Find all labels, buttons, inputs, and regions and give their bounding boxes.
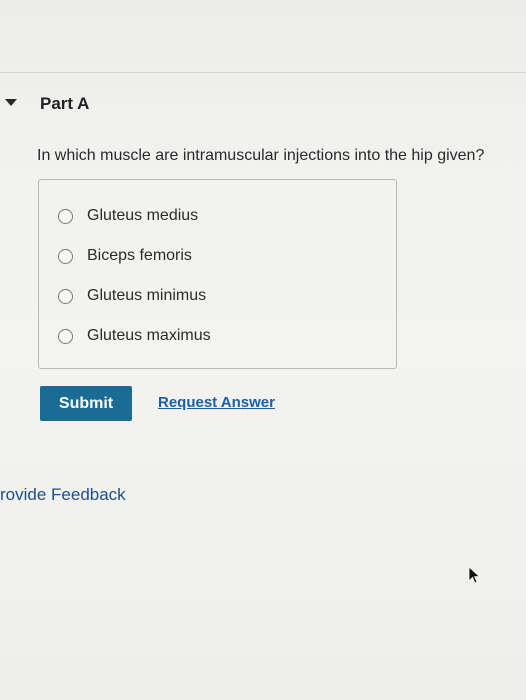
option-label[interactable]: Gluteus maximus bbox=[87, 327, 211, 345]
caret-down-icon[interactable] bbox=[5, 99, 17, 106]
radio-icon[interactable] bbox=[58, 328, 73, 344]
section-divider bbox=[0, 72, 526, 73]
mouse-pointer-icon bbox=[468, 566, 481, 584]
radio-icon[interactable] bbox=[58, 288, 73, 304]
submit-button[interactable]: Submit bbox=[40, 386, 132, 421]
option-label[interactable]: Biceps femoris bbox=[87, 247, 192, 265]
option-biceps-femoris[interactable]: Biceps femoris bbox=[58, 245, 192, 267]
option-gluteus-medius[interactable]: Gluteus medius bbox=[58, 205, 198, 227]
option-gluteus-minimus[interactable]: Gluteus minimus bbox=[58, 285, 206, 307]
option-gluteus-maximus[interactable]: Gluteus maximus bbox=[58, 325, 211, 347]
option-label[interactable]: Gluteus minimus bbox=[87, 287, 206, 305]
part-title[interactable]: Part A bbox=[40, 94, 89, 114]
provide-feedback-link[interactable]: rovide Feedback bbox=[0, 485, 126, 505]
top-header-area bbox=[0, 0, 526, 72]
radio-icon[interactable] bbox=[58, 208, 73, 224]
radio-icon[interactable] bbox=[58, 248, 73, 264]
option-label[interactable]: Gluteus medius bbox=[87, 207, 198, 225]
question-text: In which muscle are intramuscular inject… bbox=[37, 147, 485, 164]
request-answer-link[interactable]: Request Answer bbox=[158, 394, 275, 411]
